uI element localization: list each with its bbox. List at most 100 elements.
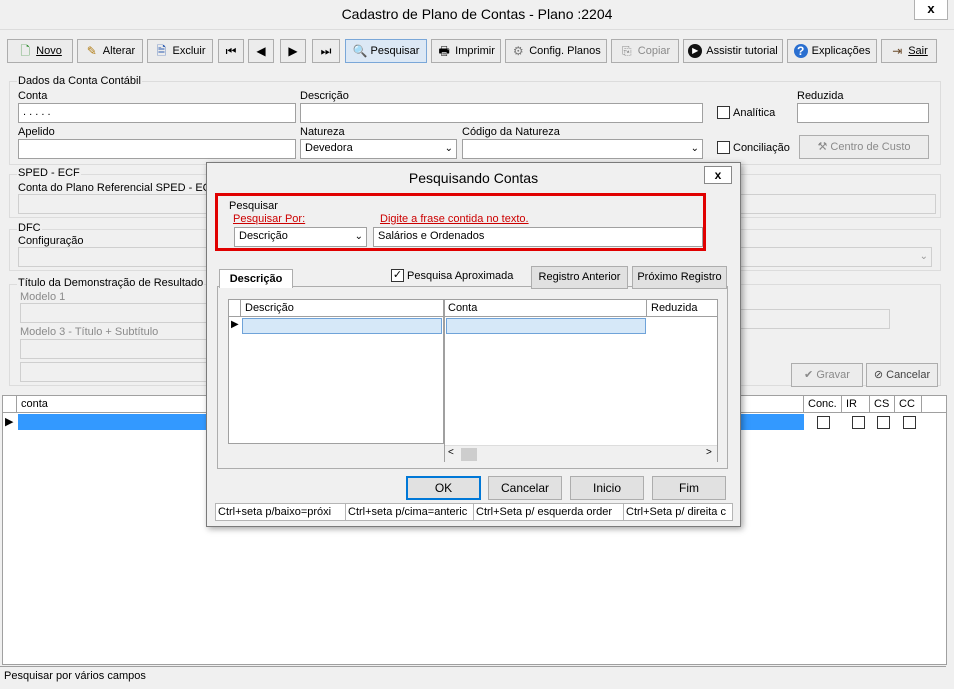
conc-checkbox[interactable] bbox=[817, 416, 830, 429]
help-icon: ? bbox=[793, 44, 808, 58]
frase-input[interactable]: Salários e Ordenados bbox=[373, 227, 703, 247]
table-row[interactable] bbox=[242, 318, 442, 334]
sped-conta-label: Conta do Plano Referencial SPED - ECF bbox=[18, 182, 218, 194]
col-reduzida-result-header[interactable]: Reduzida bbox=[651, 302, 697, 314]
modelo1-label: Modelo 1 bbox=[20, 291, 66, 303]
codigo-natureza-label: Código da Natureza bbox=[462, 126, 560, 138]
previous-record-button[interactable]: ◀ bbox=[248, 39, 274, 63]
dfc-config-label: Configuração bbox=[18, 235, 84, 247]
novo-button[interactable]: 🗋 Novo bbox=[7, 39, 73, 63]
pesquisar-group-title: Pesquisar bbox=[229, 200, 278, 212]
dialog-cancelar-button[interactable]: Cancelar bbox=[488, 476, 562, 500]
dfc-title: DFC bbox=[17, 222, 42, 234]
scroll-right-icon[interactable]: > bbox=[706, 447, 712, 458]
tab-descricao[interactable]: Descrição bbox=[219, 269, 293, 288]
modelo3-field-1[interactable] bbox=[20, 339, 208, 359]
fim-button[interactable]: Fim bbox=[652, 476, 726, 500]
hint-2: Ctrl+seta p/cima=anteric bbox=[346, 504, 474, 520]
chevron-down-icon: ⌄ bbox=[354, 231, 363, 242]
edit-icon: ✎ bbox=[86, 44, 97, 58]
first-record-button[interactable]: ⏮ bbox=[218, 39, 244, 63]
reduzida-label: Reduzida bbox=[797, 90, 844, 102]
col-conta-result-header[interactable]: Conta bbox=[445, 300, 647, 317]
cancelar-button[interactable]: ⊘ Cancelar bbox=[866, 363, 938, 387]
result-grid-left[interactable]: Descrição ▶ bbox=[228, 299, 444, 444]
pesquisar-button[interactable]: 🔍 Pesquisar bbox=[345, 39, 427, 63]
chevron-down-icon: ⌄ bbox=[919, 251, 928, 262]
next-record-button[interactable]: ▶ bbox=[280, 39, 306, 63]
col-conc-header[interactable]: Conc. bbox=[804, 396, 842, 413]
assistir-tutorial-button[interactable]: ▶ Assistir tutorial bbox=[683, 39, 783, 63]
conta-field[interactable]: . . . . . bbox=[18, 103, 296, 123]
ok-button[interactable]: OK bbox=[406, 476, 481, 500]
play-icon: ▶ bbox=[688, 44, 703, 58]
conciliacao-checkbox[interactable] bbox=[717, 141, 730, 154]
codigo-natureza-select[interactable]: ⌄ bbox=[462, 139, 703, 159]
reduzida-field[interactable] bbox=[797, 103, 929, 123]
col-cc-header[interactable]: CC bbox=[895, 396, 922, 413]
modelo-extra-field[interactable] bbox=[740, 309, 890, 329]
centro-custo-button[interactable]: ⚒ Centro de Custo bbox=[799, 135, 929, 159]
excluir-button[interactable]: 🗎 Excluir bbox=[147, 39, 213, 63]
analitica-label: Analítica bbox=[733, 107, 776, 119]
hint-4: Ctrl+Seta p/ direita c bbox=[626, 506, 726, 518]
window-title-bar: Cadastro de Plano de Contas - Plano :220… bbox=[0, 0, 954, 30]
hint-1: Ctrl+seta p/baixo=próxi bbox=[216, 504, 346, 520]
apelido-field[interactable] bbox=[18, 139, 296, 159]
cc-checkbox[interactable] bbox=[903, 416, 916, 429]
scroll-thumb[interactable] bbox=[461, 448, 477, 461]
chevron-down-icon: ⌄ bbox=[444, 143, 453, 154]
dados-conta-title: Dados da Conta Contábil bbox=[17, 75, 142, 87]
analitica-checkbox[interactable] bbox=[717, 106, 730, 119]
conta-label: Conta bbox=[18, 90, 48, 102]
pesquisar-por-select[interactable]: Descrição ⌄ bbox=[234, 227, 367, 247]
window-close-button[interactable]: x bbox=[914, 0, 948, 20]
modelo1-field[interactable] bbox=[20, 303, 208, 323]
previous-icon: ◀ bbox=[256, 44, 266, 58]
copiar-button[interactable]: ⎘ Copiar bbox=[611, 39, 679, 63]
dialog-status-bar: Ctrl+seta p/baixo=próxi Ctrl+seta p/cima=… bbox=[215, 503, 733, 521]
printer-icon: 🖶 bbox=[438, 44, 450, 58]
config-planos-button[interactable]: ⚙ Config. Planos bbox=[505, 39, 607, 63]
table-row[interactable] bbox=[446, 318, 646, 334]
alterar-button[interactable]: ✎ Alterar bbox=[77, 39, 143, 63]
aproximada-label: Pesquisa Aproximada bbox=[407, 270, 514, 282]
search-icon: 🔍 bbox=[352, 44, 368, 58]
pesquisa-dialog: Pesquisando Contas x Pesquisar Pesquisar… bbox=[206, 162, 741, 527]
hint-3: Ctrl+Seta p/ esquerda order bbox=[474, 504, 624, 520]
gear-icon: ⚙ bbox=[512, 44, 524, 58]
explicacoes-button[interactable]: ? Explicações bbox=[787, 39, 877, 63]
imprimir-button[interactable]: 🖶 Imprimir bbox=[431, 39, 501, 63]
scroll-left-icon[interactable]: < bbox=[448, 447, 454, 458]
cancel-circle-icon: ⊘ bbox=[873, 369, 884, 381]
inicio-button[interactable]: Inicio bbox=[570, 476, 644, 500]
dialog-close-button[interactable]: x bbox=[704, 166, 732, 184]
hierarchy-icon: ⚒ bbox=[817, 141, 828, 153]
window-title: Cadastro de Plano de Contas - Plano :220… bbox=[341, 6, 613, 22]
col-ir-header[interactable]: IR bbox=[842, 396, 870, 413]
first-icon: ⏮ bbox=[225, 44, 237, 58]
sair-button[interactable]: ⇥ Sair bbox=[881, 39, 937, 63]
horizontal-scrollbar[interactable]: < > bbox=[445, 445, 717, 462]
col-descricao-header[interactable]: Descrição bbox=[245, 302, 294, 314]
modelo3-label: Modelo 3 - Título + Subtítulo bbox=[20, 326, 159, 338]
delete-icon: 🗎 bbox=[156, 44, 167, 58]
modelo3-field-2[interactable] bbox=[20, 362, 208, 382]
result-grid-right[interactable]: Conta Reduzida < > bbox=[444, 299, 718, 462]
descricao-field[interactable] bbox=[300, 103, 703, 123]
last-record-button[interactable]: ⏭ bbox=[312, 39, 340, 63]
natureza-label: Natureza bbox=[300, 126, 345, 138]
cs-checkbox[interactable] bbox=[877, 416, 890, 429]
apelido-label: Apelido bbox=[18, 126, 55, 138]
conciliacao-label: Conciliação bbox=[733, 142, 790, 154]
natureza-select[interactable]: Devedora ⌄ bbox=[300, 139, 457, 159]
registro-anterior-button[interactable]: Registro Anterior bbox=[531, 266, 628, 289]
aproximada-checkbox[interactable]: ✓ bbox=[391, 269, 404, 282]
proximo-registro-button[interactable]: Próximo Registro bbox=[632, 266, 727, 289]
row-pointer-icon: ▶ bbox=[231, 319, 239, 330]
ir-checkbox[interactable] bbox=[852, 416, 865, 429]
copy-icon: ⎘ bbox=[621, 44, 632, 58]
titulo-dem-title: Título da Demonstração de Resultado bbox=[17, 277, 205, 289]
gravar-button[interactable]: ✔ Gravar bbox=[791, 363, 863, 387]
col-cs-header[interactable]: CS bbox=[870, 396, 895, 413]
